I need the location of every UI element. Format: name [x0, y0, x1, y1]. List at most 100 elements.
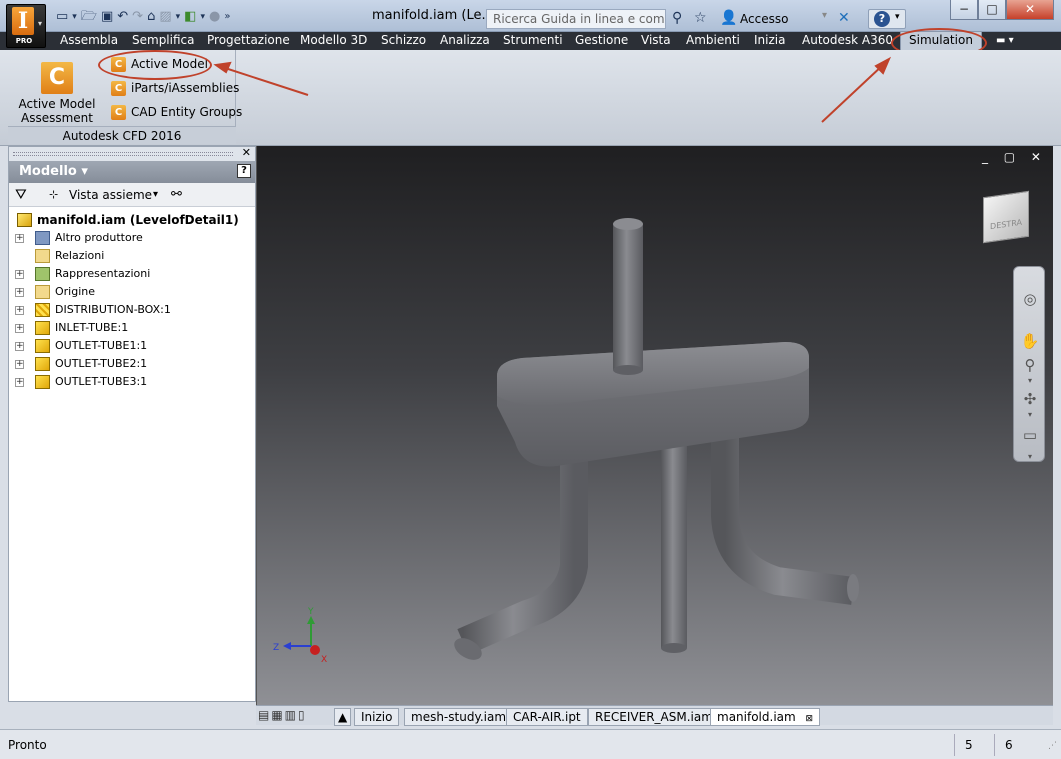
- login-link[interactable]: Accesso: [740, 12, 788, 26]
- search-input[interactable]: Ricerca Guida in linea e comand: [486, 9, 666, 29]
- resize-grip-icon[interactable]: ⋰: [1048, 735, 1057, 757]
- title-bar: I PRO ▾ ▭ ▾ 🗁 ▣ ↶ ↷ ⌂ ▨ ▾ ◧ ▾ ● » manifo…: [0, 0, 1061, 48]
- filter-icon[interactable]: ⛛: [15, 183, 27, 207]
- tab-modello-3d[interactable]: Modello 3D: [300, 32, 367, 50]
- assembly-view-icon[interactable]: ⊹: [49, 183, 58, 207]
- favorites-star-icon[interactable]: ☆: [694, 10, 707, 26]
- maximize-button[interactable]: □: [978, 0, 1006, 20]
- tab-progettazione[interactable]: Progettazione: [207, 32, 290, 50]
- appearance-icon[interactable]: ●: [209, 8, 220, 26]
- chevron-down-icon[interactable]: ▾: [1020, 405, 1040, 425]
- viewcube[interactable]: DESTRA: [983, 190, 1029, 244]
- folder-icon: [35, 285, 50, 299]
- tree-item[interactable]: + OUTLET-TUBE1:1: [15, 337, 251, 355]
- tab-inizia[interactable]: Inizia: [754, 32, 785, 50]
- tree-item-label: DISTRIBUTION-BOX:1: [55, 303, 171, 316]
- graphics-viewport[interactable]: _ ▢ ✕ DESTRA ◎ ✋ ⚲ ▾ ✣ ▾ ▭ ▾ Y Z X: [256, 146, 1053, 705]
- outlet-tube-3-cap: [847, 574, 859, 602]
- tab-gestione[interactable]: Gestione: [575, 32, 628, 50]
- tab-scroll-up-icon[interactable]: ▲: [334, 708, 352, 726]
- tree-item[interactable]: + Rappresentazioni: [15, 265, 251, 283]
- doc-tab-mesh-study[interactable]: mesh-study.iam: [404, 708, 514, 726]
- chevron-down-icon[interactable]: ▾: [200, 8, 205, 26]
- expand-icon[interactable]: +: [15, 324, 24, 333]
- doc-tab-car-air[interactable]: CAR-AIR.ipt: [506, 708, 588, 726]
- new-file-icon[interactable]: ▭: [56, 8, 68, 26]
- tree-item[interactable]: + DISTRIBUTION-BOX:1: [15, 301, 251, 319]
- close-button[interactable]: ✕: [1006, 0, 1054, 20]
- application-menu-button[interactable]: I PRO ▾: [6, 4, 46, 48]
- undo-icon[interactable]: ↶: [117, 8, 128, 26]
- status-bar: Pronto 5 6 ⋰: [0, 729, 1061, 759]
- tab-analizza[interactable]: Analizza: [440, 32, 490, 50]
- tab-schizzo[interactable]: Schizzo: [381, 32, 426, 50]
- model-browser: ✕ Modello ▾ ? ⛛ ⊹ Vista assieme ▾ ⚯ mani…: [8, 146, 256, 702]
- doc-tab-receiver-asm[interactable]: RECEIVER_ASM.iam: [588, 708, 720, 726]
- home-icon[interactable]: ⌂: [147, 8, 155, 26]
- expand-icon[interactable]: +: [15, 288, 24, 297]
- tab-semplifica[interactable]: Semplifica: [132, 32, 194, 50]
- binoculars-icon[interactable]: ⚲: [672, 10, 682, 26]
- user-icon[interactable]: 👤: [720, 10, 737, 26]
- tree-item[interactable]: + OUTLET-TUBE2:1: [15, 355, 251, 373]
- tree-item-label: OUTLET-TUBE3:1: [55, 375, 148, 388]
- expand-icon[interactable]: +: [15, 270, 24, 279]
- tab-ambienti[interactable]: Ambienti: [686, 32, 740, 50]
- chevron-down-icon: ▾: [895, 12, 900, 22]
- tree-item[interactable]: + Origine: [15, 283, 251, 301]
- open-folder-icon[interactable]: 🗁: [81, 8, 97, 26]
- view-selector[interactable]: Vista assieme: [69, 183, 152, 207]
- steering-wheel-icon[interactable]: ◎: [1020, 289, 1040, 309]
- axis-z-label: Z: [273, 643, 279, 653]
- chevron-down-icon[interactable]: ▾: [176, 8, 181, 26]
- window-layout-icons[interactable]: ▤▦▥▯: [258, 708, 307, 722]
- doc-tab-manifold[interactable]: manifold.iam ⊠: [710, 708, 821, 726]
- iparts-iassemblies-button[interactable]: CiParts/iAssemblies: [111, 78, 239, 98]
- cfd-logo-icon: C: [41, 62, 73, 94]
- expand-icon[interactable]: +: [15, 342, 24, 351]
- browser-grip[interactable]: ✕: [9, 146, 255, 161]
- chevron-down-icon[interactable]: ▾: [1020, 371, 1040, 391]
- tab-assembla[interactable]: Assembla: [60, 32, 118, 50]
- binoculars-icon[interactable]: ⚯: [171, 183, 182, 207]
- expand-icon[interactable]: +: [15, 378, 24, 387]
- tree-item[interactable]: + OUTLET-TUBE3:1: [15, 373, 251, 391]
- exchange-apps-icon[interactable]: ✕: [838, 10, 850, 26]
- cad-entity-groups-button[interactable]: C CAD Entity Groups: [111, 102, 242, 122]
- chevron-down-icon[interactable]: ▾: [822, 10, 827, 21]
- minimize-button[interactable]: −: [950, 0, 978, 20]
- tree-root[interactable]: manifold.iam (LevelofDetail1): [15, 211, 251, 229]
- chevron-down-icon[interactable]: ▾: [1020, 447, 1040, 467]
- expand-icon[interactable]: +: [15, 306, 24, 315]
- pan-hand-icon[interactable]: ✋: [1020, 331, 1040, 351]
- cfd-logo-icon: C: [111, 81, 126, 96]
- close-icon[interactable]: ✕: [242, 146, 251, 159]
- tree-item-label: Origine: [55, 285, 96, 298]
- assessment-tool-button[interactable]: C Active Model Assessment Tool: [8, 56, 106, 139]
- chevron-down-icon[interactable]: ▾: [72, 8, 77, 26]
- browser-title[interactable]: Modello ▾ ?: [9, 161, 255, 183]
- expand-icon[interactable]: +: [15, 234, 24, 243]
- expand-icon[interactable]: +: [15, 360, 24, 369]
- viewport-controls[interactable]: _ ▢ ✕: [982, 150, 1047, 164]
- redo-icon[interactable]: ↷: [132, 8, 143, 26]
- save-icon[interactable]: ▣: [101, 8, 113, 26]
- close-icon[interactable]: ⊠: [806, 714, 814, 724]
- look-at-icon[interactable]: ▭: [1020, 425, 1040, 445]
- help-icon[interactable]: ?: [237, 164, 251, 178]
- tree-item[interactable]: + INLET-TUBE:1: [15, 319, 251, 337]
- ribbon-display-options-icon[interactable]: ▬ ▾: [996, 32, 1014, 50]
- help-button[interactable]: ? ▾: [868, 9, 906, 29]
- part-icon: [35, 357, 50, 371]
- update-icon[interactable]: ▨: [159, 8, 171, 26]
- doc-tab-inizio[interactable]: Inizio: [354, 708, 400, 726]
- tree-item[interactable]: + Altro produttore: [15, 229, 251, 247]
- tab-strumenti[interactable]: Strumenti: [503, 32, 563, 50]
- tree-item[interactable]: Relazioni: [15, 247, 251, 265]
- more-tools-icon[interactable]: »: [224, 8, 230, 26]
- tree-root-label: manifold.iam (LevelofDetail1): [37, 213, 239, 227]
- tab-autodesk-a360[interactable]: Autodesk A360: [802, 32, 893, 50]
- chevron-down-icon[interactable]: ▾: [153, 183, 158, 207]
- color-override-icon[interactable]: ◧: [184, 8, 196, 26]
- tab-vista[interactable]: Vista: [641, 32, 671, 50]
